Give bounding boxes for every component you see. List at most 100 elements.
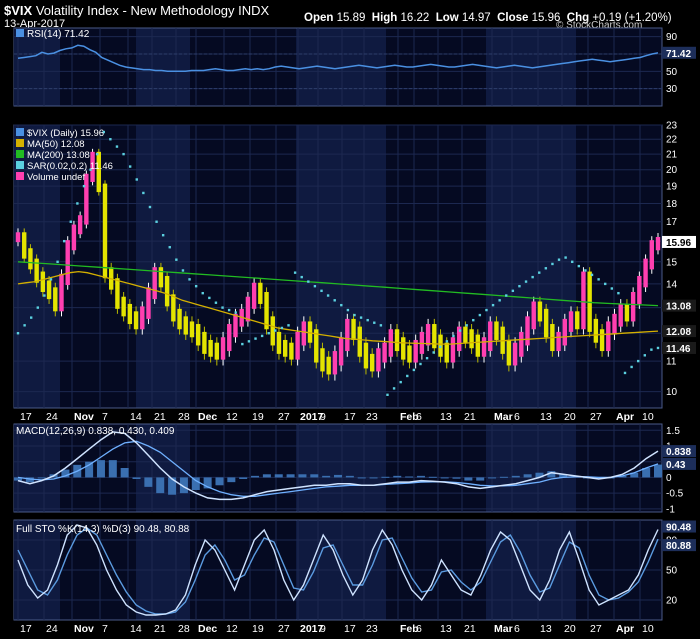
price-bar xyxy=(177,308,182,330)
sar-point xyxy=(551,262,554,266)
sar-point xyxy=(366,318,369,322)
price-bar xyxy=(494,321,499,340)
macd-histogram-bar xyxy=(499,476,508,478)
macd-histogram-bar xyxy=(416,475,425,478)
sar-point xyxy=(643,354,647,357)
sar-point xyxy=(122,152,125,156)
sto-x-tick-label: 6 xyxy=(514,623,520,635)
sto-x-tick-label: 24 xyxy=(46,623,58,635)
price-legend-entry: Volume undef xyxy=(27,172,85,183)
price-bar xyxy=(488,321,493,352)
price-bar xyxy=(394,329,400,352)
sar-point xyxy=(320,289,323,293)
sar-point xyxy=(300,275,303,279)
macd-histogram-bar xyxy=(428,476,437,478)
macd-tick-label: 0 xyxy=(666,473,672,484)
sar-point xyxy=(505,294,508,297)
sto-x-tick-label: 17 xyxy=(20,623,32,635)
sar-point xyxy=(307,280,310,283)
price-x-tick-label: Nov xyxy=(74,411,94,423)
macd-histogram-bar xyxy=(393,475,402,478)
sar-point xyxy=(623,371,627,375)
chart-canvas: 9070503071.42RSI(14) 71.4223222120191817… xyxy=(13,27,696,635)
sar-point xyxy=(617,291,620,295)
price-bar xyxy=(146,287,151,319)
shade-band xyxy=(136,424,190,512)
sar-point xyxy=(610,287,614,290)
price-tick-label: 23 xyxy=(666,121,678,132)
sar-point xyxy=(386,393,389,396)
sar-point xyxy=(155,220,158,223)
price-bar xyxy=(65,240,70,286)
sar-point xyxy=(194,284,198,288)
price-x-tick-label: 17 xyxy=(20,411,32,423)
macd-histogram-bar xyxy=(156,477,165,494)
sto-k-value-label: 90.48 xyxy=(666,523,691,534)
price-tick-label: 20 xyxy=(666,165,678,176)
macd-histogram-bar xyxy=(298,474,307,478)
sar-point xyxy=(485,308,488,312)
price-bar xyxy=(543,308,549,338)
sar-point xyxy=(531,275,534,279)
price-bar xyxy=(220,337,226,360)
sto-x-tick-label: 13 xyxy=(540,623,552,635)
price-bar xyxy=(183,316,188,335)
sar-point xyxy=(188,278,191,281)
price-bar xyxy=(195,324,201,346)
price-bar xyxy=(630,291,636,322)
price-bar xyxy=(282,339,288,357)
price-legend-swatch xyxy=(16,172,24,180)
price-bar xyxy=(425,324,431,346)
sar-point xyxy=(406,374,409,378)
price-x-tick-label: Mar xyxy=(494,411,513,423)
close-value-label: 15.96 xyxy=(666,238,691,249)
price-x-tick-label: 21 xyxy=(464,411,476,423)
price-bar xyxy=(332,351,338,375)
price-x-tick-label: 10 xyxy=(642,411,654,423)
price-tick-label: 19 xyxy=(666,182,678,193)
ma50-value-label: 12.08 xyxy=(666,327,691,338)
sto-x-tick-label: 14 xyxy=(130,623,142,635)
sar-point xyxy=(76,202,79,205)
macd-histogram-bar xyxy=(345,475,354,478)
sar-point xyxy=(445,340,449,343)
macd-histogram-bar xyxy=(511,475,520,478)
price-legend-swatch xyxy=(16,161,24,169)
price-bar xyxy=(618,303,623,327)
price-bar xyxy=(251,282,257,309)
sar-point xyxy=(168,246,171,249)
sar-point xyxy=(524,280,528,283)
rsi-value-label: 71.42 xyxy=(666,49,691,60)
sto-x-tick-label: Dec xyxy=(198,623,217,635)
price-bar xyxy=(481,337,487,357)
price-bar xyxy=(171,294,176,322)
price-tick-label: 21 xyxy=(666,150,678,161)
sar-point xyxy=(590,273,594,277)
sar-point xyxy=(353,313,356,317)
sar-point xyxy=(128,165,132,168)
price-bar xyxy=(71,224,77,251)
sar-point xyxy=(458,329,462,332)
sar-point xyxy=(221,306,224,309)
sar-point xyxy=(399,380,402,384)
price-tick-label: 14 xyxy=(666,279,678,290)
sto-x-tick-label: 17 xyxy=(344,623,356,635)
sar-point xyxy=(254,337,257,340)
price-legend-swatch xyxy=(16,128,24,136)
price-bar xyxy=(575,311,580,330)
macd-tick-label: -0.5 xyxy=(666,489,684,500)
price-bar xyxy=(475,334,481,357)
price-bar xyxy=(34,258,39,283)
price-bar xyxy=(649,240,654,270)
sto-x-tick-label: 13 xyxy=(440,623,452,635)
sar-point xyxy=(439,345,442,349)
price-bar xyxy=(40,271,46,292)
price-x-tick-label: 28 xyxy=(178,411,190,423)
macd-histogram-bar xyxy=(322,475,331,478)
price-bar xyxy=(512,342,518,366)
sar-point xyxy=(432,351,435,354)
rsi-legend: RSI(14) 71.42 xyxy=(27,29,90,40)
macd-value-label: 0.838 xyxy=(666,447,691,458)
price-tick-label: 15 xyxy=(666,257,678,268)
sar-point xyxy=(564,256,567,259)
